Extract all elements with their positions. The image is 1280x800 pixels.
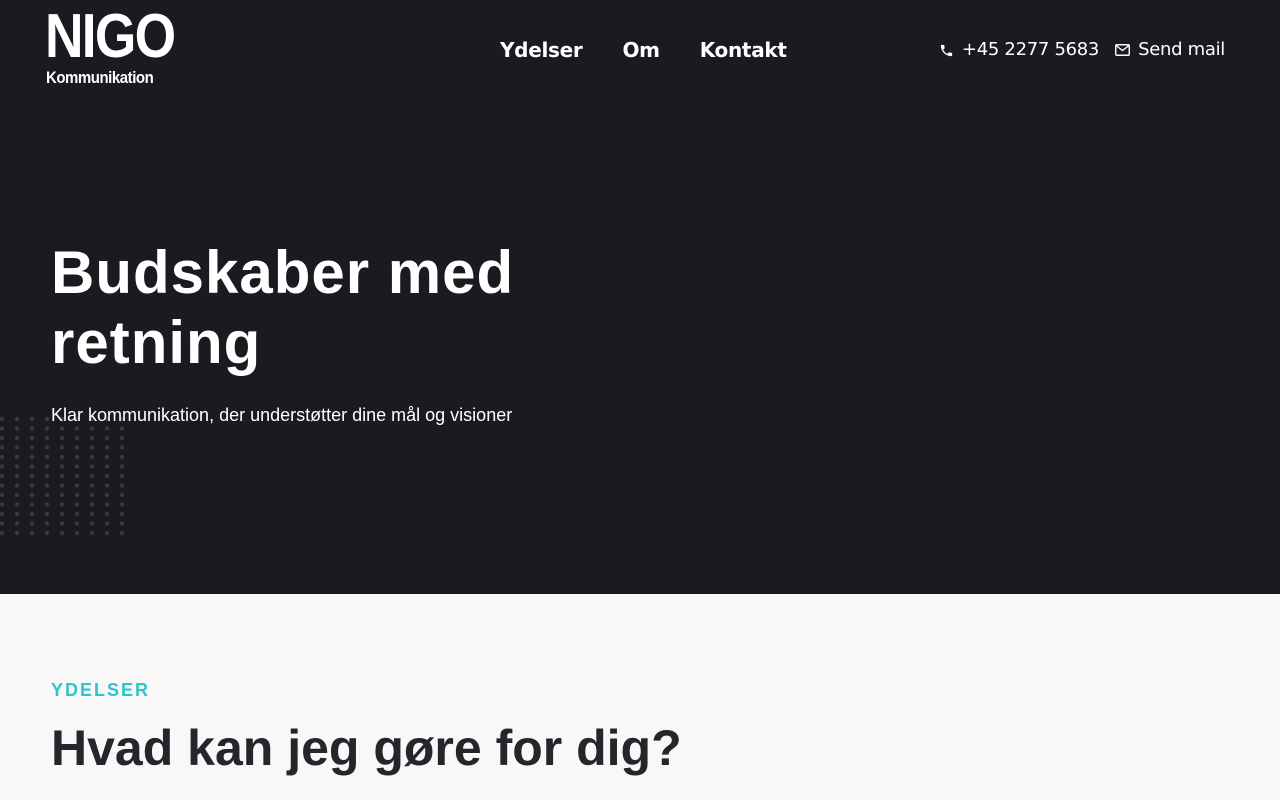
nav-item-om[interactable]: Om xyxy=(622,36,660,64)
dot-pattern-decoration xyxy=(0,416,125,536)
phone-icon xyxy=(940,44,953,56)
header-contact: +45 2277 5683 Send mail xyxy=(939,37,1225,63)
services-kicker: YDELSER xyxy=(51,680,151,700)
logo-tagline: Kommunikation xyxy=(46,68,154,87)
send-mail-link[interactable]: Send mail xyxy=(1115,37,1225,63)
nav-item-kontakt[interactable]: Kontakt xyxy=(700,36,787,64)
main-nav: Ydelser Om Kontakt xyxy=(500,36,787,64)
hero-section: NIGO Kommunikation Ydelser Om Kontakt +4… xyxy=(0,0,1280,594)
hero-title: Budskaber med retning xyxy=(51,239,515,376)
services-title: Hvad kan jeg gøre for dig? xyxy=(51,720,682,776)
logo[interactable]: NIGO Kommunikation xyxy=(45,6,176,88)
logo-wordmark: NIGO xyxy=(45,2,176,71)
hero-subtitle: Klar kommunikation, der understøtter din… xyxy=(51,405,513,425)
phone-link[interactable]: +45 2277 5683 xyxy=(939,37,1099,63)
site-header: NIGO Kommunikation Ydelser Om Kontakt +4… xyxy=(0,0,1280,100)
nav-item-ydelser[interactable]: Ydelser xyxy=(500,36,583,64)
envelope-icon xyxy=(1115,44,1131,56)
phone-number: +45 2277 5683 xyxy=(961,39,1100,60)
send-mail-label: Send mail xyxy=(1138,39,1225,60)
